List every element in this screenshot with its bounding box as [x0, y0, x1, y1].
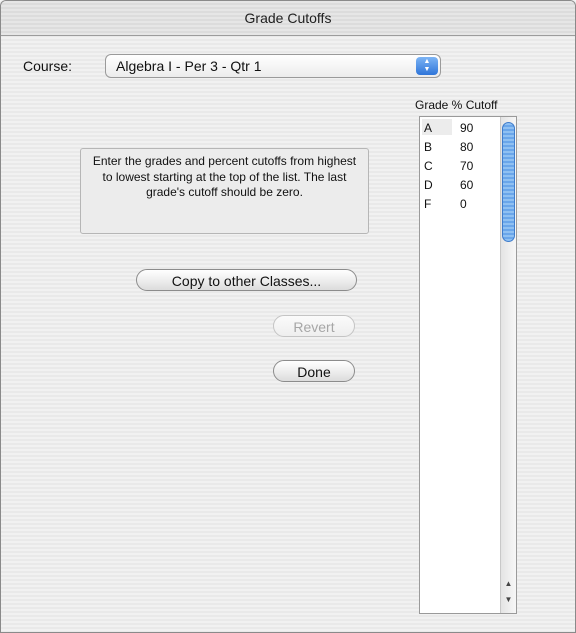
triangle-down-icon[interactable]: ▼: [503, 595, 514, 604]
cutoff-cell[interactable]: 70: [460, 159, 473, 173]
up-down-arrows-icon: ▲ ▼: [416, 57, 438, 75]
vertical-scrollbar[interactable]: ▲ ▼: [500, 117, 516, 613]
triangle-up-icon[interactable]: ▲: [503, 579, 514, 588]
table-row[interactable]: B 80: [420, 138, 500, 157]
table-row[interactable]: C 70: [420, 157, 500, 176]
cutoff-cell[interactable]: 60: [460, 178, 473, 192]
done-button[interactable]: Done: [273, 360, 355, 382]
grade-cutoffs-window: Grade Cutoffs Course: Algebra I - Per 3 …: [0, 0, 576, 633]
copy-to-other-classes-button[interactable]: Copy to other Classes...: [136, 269, 357, 291]
instructions-text: Enter the grades and percent cutoffs fro…: [80, 148, 369, 234]
course-popup[interactable]: Algebra I - Per 3 - Qtr 1 ▲ ▼: [105, 54, 441, 78]
scrollbar-thumb[interactable]: [502, 122, 515, 242]
window-title: Grade Cutoffs: [1, 1, 575, 36]
grade-cutoff-table[interactable]: A 90 B 80 C 70 D 60 F 0 ▲ ▼: [419, 116, 517, 614]
grade-cell[interactable]: A: [422, 119, 452, 135]
table-row[interactable]: D 60: [420, 176, 500, 195]
cutoff-cell[interactable]: 90: [460, 121, 473, 135]
table-row[interactable]: F 0: [420, 195, 500, 214]
table-header: Grade % Cutoff: [415, 98, 498, 112]
table-row[interactable]: A 90: [420, 119, 500, 138]
grade-cell[interactable]: C: [424, 159, 452, 173]
table-rows: A 90 B 80 C 70 D 60 F 0: [420, 119, 500, 214]
course-label: Course:: [23, 58, 73, 74]
course-popup-value: Algebra I - Per 3 - Qtr 1: [116, 58, 262, 74]
grade-cell[interactable]: F: [424, 197, 452, 211]
revert-button[interactable]: Revert: [273, 315, 355, 337]
cutoff-cell[interactable]: 80: [460, 140, 473, 154]
cutoff-cell[interactable]: 0: [460, 197, 467, 211]
grade-cell[interactable]: B: [424, 140, 452, 154]
grade-cell[interactable]: D: [424, 178, 452, 192]
